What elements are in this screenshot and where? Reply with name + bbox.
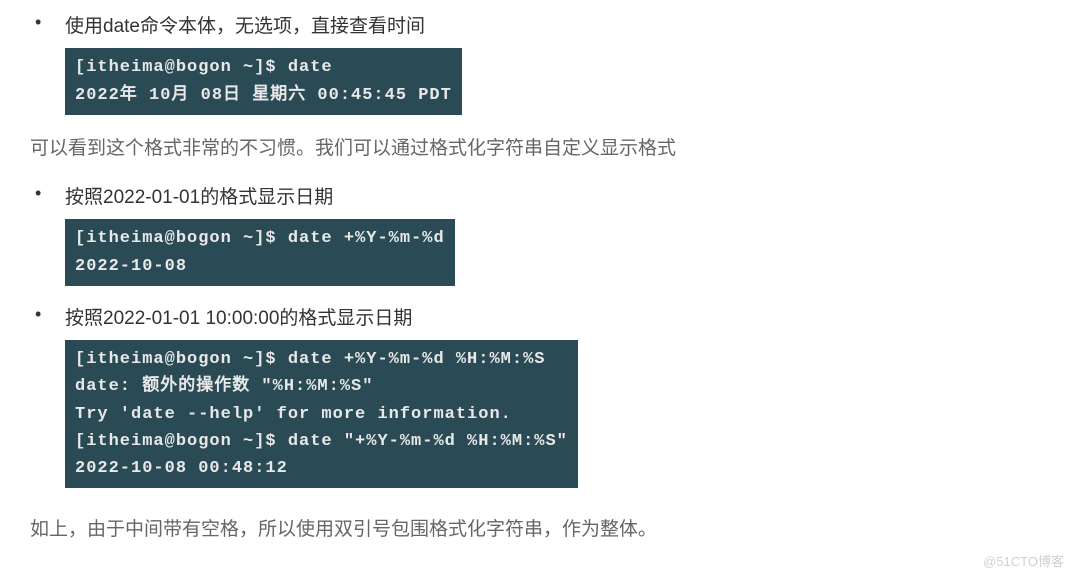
terminal-line: [itheima@bogon ~]$ date +%Y-%m-%d <box>75 225 445 252</box>
terminal-line: 2022-10-08 <box>75 253 445 280</box>
bullet-item-1: 使用date命令本体，无选项，直接查看时间 [itheima@bogon ~]$… <box>65 12 1044 115</box>
terminal-block-1: [itheima@bogon ~]$ date 2022年 10月 08日 星期… <box>65 48 462 114</box>
watermark-text: @51CTO博客 <box>983 551 1064 570</box>
terminal-block-3: [itheima@bogon ~]$ date +%Y-%m-%d %H:%M:… <box>65 340 578 488</box>
terminal-line: Try 'date --help' for more information. <box>75 401 568 428</box>
terminal-line: [itheima@bogon ~]$ date +%Y-%m-%d %H:%M:… <box>75 346 568 373</box>
terminal-line: [itheima@bogon ~]$ date "+%Y-%m-%d %H:%M… <box>75 428 568 455</box>
bullet-item-2: 按照2022-01-01的格式显示日期 [itheima@bogon ~]$ d… <box>65 183 1044 286</box>
bullet3-text: 按照2022-01-01 10:00:00的格式显示日期 <box>65 304 1044 334</box>
bullet-list-2: 按照2022-01-01的格式显示日期 [itheima@bogon ~]$ d… <box>65 183 1044 488</box>
terminal-line: 2022年 10月 08日 星期六 00:45:45 PDT <box>75 82 452 109</box>
paragraph-1: 可以看到这个格式非常的不习惯。我们可以通过格式化字符串自定义显示格式 <box>30 133 1044 165</box>
terminal-line: date: 额外的操作数 "%H:%M:%S" <box>75 373 568 400</box>
terminal-line: [itheima@bogon ~]$ date <box>75 54 452 81</box>
bullet2-text: 按照2022-01-01的格式显示日期 <box>65 183 1044 213</box>
bullet-list: 使用date命令本体，无选项，直接查看时间 [itheima@bogon ~]$… <box>65 12 1044 115</box>
terminal-block-2: [itheima@bogon ~]$ date +%Y-%m-%d 2022-1… <box>65 219 455 285</box>
bullet-item-3: 按照2022-01-01 10:00:00的格式显示日期 [itheima@bo… <box>65 304 1044 488</box>
terminal-line: 2022-10-08 00:48:12 <box>75 455 568 482</box>
bullet1-text: 使用date命令本体，无选项，直接查看时间 <box>65 12 1044 42</box>
paragraph-2: 如上，由于中间带有空格，所以使用双引号包围格式化字符串，作为整体。 <box>30 514 1044 546</box>
